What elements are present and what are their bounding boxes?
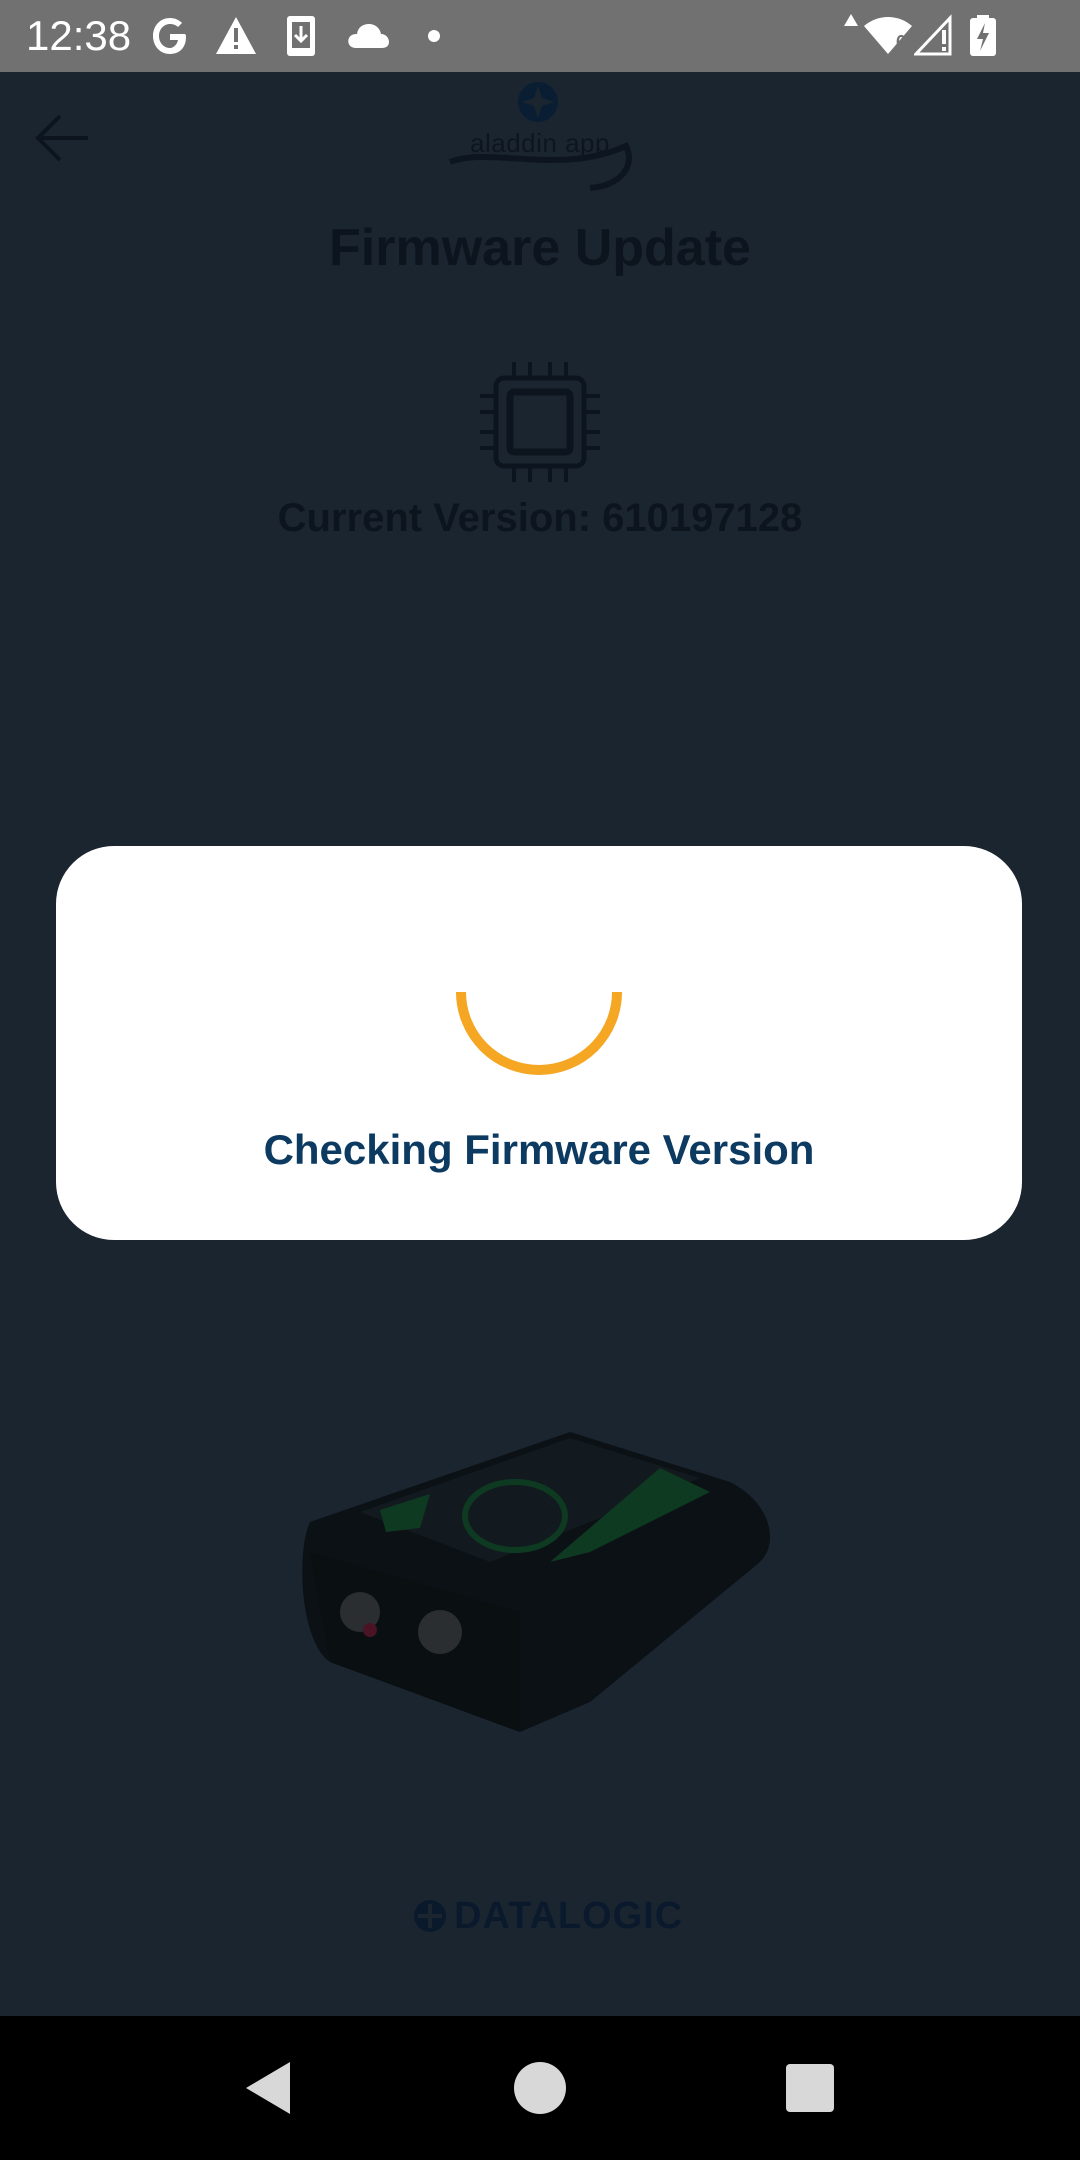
current-version-label: Current Version: 610197128	[277, 496, 803, 540]
square-recents-icon	[786, 2064, 834, 2112]
scanner-device-image	[290, 1402, 790, 1762]
triangle-back-icon	[246, 2062, 290, 2114]
status-time: 12:38	[26, 12, 132, 59]
navigation-bar	[0, 2016, 1080, 2160]
chip-icon	[478, 360, 602, 484]
wifi-icon: 6	[862, 14, 914, 62]
aladdin-logo: aladdin app	[440, 76, 640, 192]
circle-home-icon	[514, 2062, 566, 2114]
google-g-icon	[150, 14, 190, 62]
nav-recents-button[interactable]	[774, 2052, 846, 2124]
download-icon	[284, 14, 318, 62]
cloud-icon	[344, 14, 392, 62]
datalogic-logo: DATALOGIC	[412, 1894, 682, 1938]
checking-firmware-dialog: Checking Firmware Version	[56, 846, 1022, 1240]
dot-icon	[426, 28, 442, 48]
logo-text: aladdin app	[470, 128, 610, 158]
datalogic-brand-text: DATALOGIC	[454, 1895, 684, 1937]
back-button[interactable]	[30, 102, 102, 174]
loading-spinner-icon	[456, 984, 622, 1092]
nav-back-button[interactable]	[234, 2052, 306, 2124]
signal-icon	[912, 14, 954, 62]
nav-home-button[interactable]	[504, 2052, 576, 2124]
dialog-message: Checking Firmware Version	[263, 1126, 815, 1173]
datalogic-mark-icon	[414, 1900, 446, 1932]
wifi-badge: 6	[896, 32, 906, 52]
data-arrow-icon	[842, 12, 860, 36]
status-bar: 12:38 6	[0, 0, 1080, 72]
arrow-left-icon	[35, 114, 88, 162]
warning-icon	[214, 14, 258, 62]
battery-charging-icon	[968, 14, 998, 62]
page-title: Firmware Update	[329, 219, 751, 277]
